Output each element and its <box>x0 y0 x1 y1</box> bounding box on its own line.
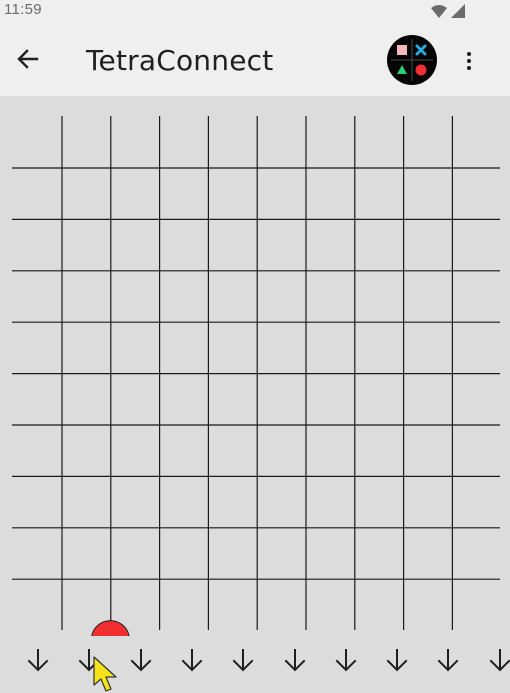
drop-column-button-6[interactable] <box>275 640 315 680</box>
drop-column-button-5[interactable] <box>223 640 263 680</box>
arrow-down-icon <box>181 649 203 672</box>
red-circle-piece <box>91 620 130 636</box>
drop-column-button-9[interactable] <box>428 640 468 680</box>
more-vertical-icon <box>467 52 471 56</box>
player-symbols-icon <box>387 35 437 85</box>
more-vertical-dot <box>467 59 471 63</box>
drop-buttons-row <box>0 636 510 693</box>
arrow-down-icon <box>284 649 305 672</box>
game-board[interactable] <box>0 96 510 636</box>
arrow-down-icon <box>232 649 254 672</box>
more-options-button[interactable] <box>455 43 483 79</box>
more-vertical-dot <box>467 66 471 70</box>
arrow-left-icon <box>17 49 39 69</box>
arrow-down-icon <box>386 649 408 672</box>
grid-lines <box>12 116 500 630</box>
back-button[interactable] <box>10 41 46 77</box>
cellular-signal-icon <box>451 4 465 18</box>
drop-column-button-1[interactable] <box>18 640 58 680</box>
drop-column-button-4[interactable] <box>172 640 212 680</box>
status-time: 11:59 <box>4 1 42 18</box>
app-title: TetraConnect <box>86 44 274 77</box>
arrow-down-icon <box>437 649 459 672</box>
drop-column-button-8[interactable] <box>377 640 417 680</box>
status-bar: 11:59 <box>0 0 510 22</box>
arrow-down-icon <box>335 649 357 672</box>
drop-column-button-3[interactable] <box>121 640 161 680</box>
player-symbols-button[interactable] <box>387 35 437 85</box>
drop-column-button-2[interactable] <box>69 640 109 680</box>
game-screen: 11:59 TetraConnect <box>0 0 510 693</box>
arrow-down-icon <box>27 649 49 672</box>
pieces-layer <box>91 620 130 636</box>
wifi-icon <box>431 4 447 18</box>
arrow-down-icon <box>489 649 510 672</box>
drop-column-button-10[interactable] <box>480 640 510 680</box>
arrow-down-icon <box>78 649 100 672</box>
app-bar: TetraConnect <box>0 22 510 96</box>
status-icons <box>430 2 466 20</box>
arrow-down-icon <box>130 649 152 672</box>
drop-column-button-7[interactable] <box>326 640 366 680</box>
